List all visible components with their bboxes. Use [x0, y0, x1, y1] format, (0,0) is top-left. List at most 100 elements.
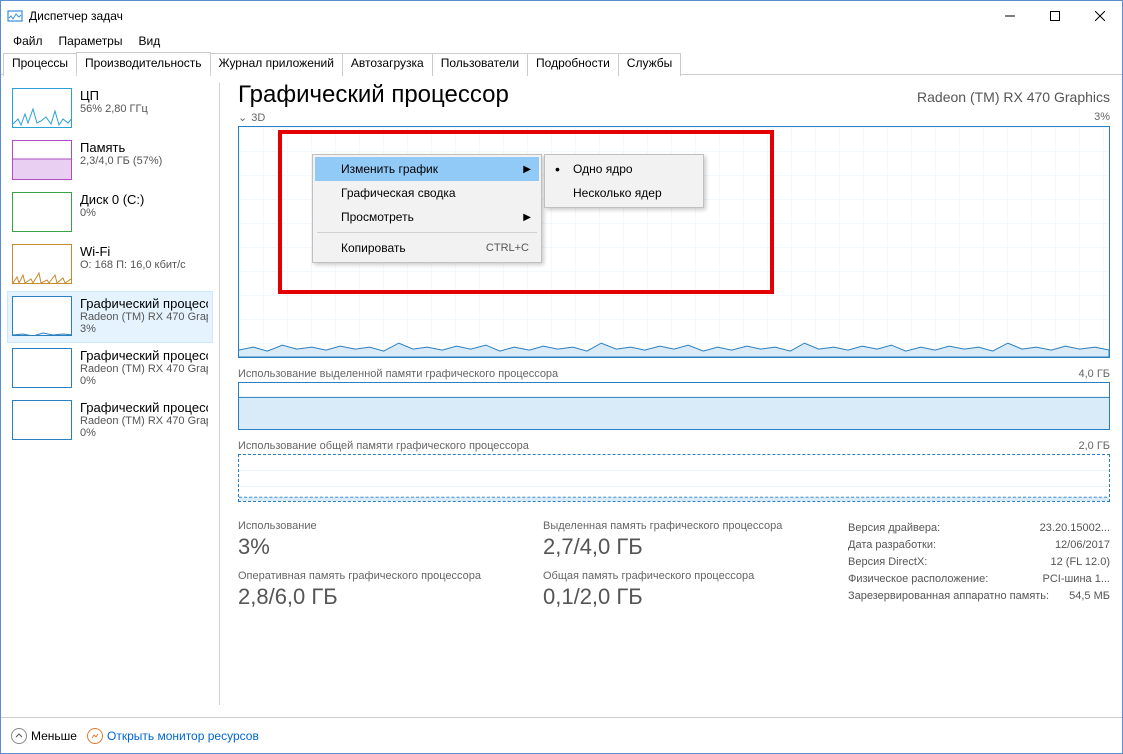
- menu-bar: Файл Параметры Вид: [1, 31, 1122, 51]
- ctx-change-graph-label: Изменить график: [341, 162, 438, 176]
- main-chart-labels: ⌄ 3D 3%: [238, 109, 1110, 126]
- tab-app-history[interactable]: Журнал приложений: [210, 53, 343, 76]
- tab-details[interactable]: Подробности: [527, 53, 619, 76]
- stats-row: Использование 3% Оперативная память граф…: [238, 520, 1110, 620]
- cpu-title: ЦП: [80, 88, 148, 103]
- ctx-view[interactable]: Просмотреть ▶: [315, 205, 539, 229]
- memory-title: Память: [80, 140, 162, 155]
- maximize-button[interactable]: [1032, 1, 1077, 31]
- title-bar: Диспетчер задач: [1, 1, 1122, 31]
- directx-label: Версия DirectX:: [848, 554, 1050, 571]
- gpu1-title: Графический процессор 1: [80, 348, 208, 363]
- memory-thumb: [12, 140, 72, 180]
- shared-mem-chart[interactable]: [238, 454, 1110, 502]
- main-chart-left-label: 3D: [251, 112, 265, 124]
- shared-mem-label: Использование общей памяти графического …: [238, 440, 529, 452]
- sidebar-item-wifi[interactable]: Wi-Fi О: 168 П: 16,0 кбит/c: [7, 239, 213, 291]
- driver-value: 23.20.15002...: [1040, 520, 1110, 537]
- disk-title: Диск 0 (C:): [80, 192, 144, 207]
- vertical-divider[interactable]: [219, 83, 220, 705]
- shared-mem-labels: Использование общей памяти графического …: [238, 438, 1110, 454]
- window-title: Диспетчер задач: [29, 9, 987, 23]
- gpu1-thumb: [12, 348, 72, 388]
- close-button[interactable]: [1077, 1, 1122, 31]
- chevron-up-icon: [11, 728, 27, 744]
- usage-value: 3%: [238, 534, 533, 560]
- gpu2-title: Графический процессор 2: [80, 400, 208, 415]
- gpu1-sub: Radeon (TM) RX 470 Graphics: [80, 363, 208, 375]
- tab-startup[interactable]: Автозагрузка: [342, 53, 433, 76]
- sidebar-item-gpu1[interactable]: Графический процессор 1 Radeon (TM) RX 4…: [7, 343, 213, 395]
- sidebar-item-cpu[interactable]: ЦП 56% 2,80 ГГц: [7, 83, 213, 135]
- wifi-thumb: [12, 244, 72, 284]
- reserved-label: Зарезервированная аппаратно память:: [848, 588, 1069, 605]
- submenu-arrow-icon: ▶: [523, 164, 531, 175]
- stats-col-1: Использование 3% Оперативная память граф…: [238, 520, 533, 620]
- tab-users[interactable]: Пользователи: [432, 53, 528, 76]
- ctx-separator: [317, 232, 537, 233]
- shared-mem-max: 2,0 ГБ: [1078, 440, 1110, 452]
- menu-params[interactable]: Параметры: [53, 32, 129, 50]
- directx-value: 12 (FL 12.0): [1050, 554, 1110, 571]
- minimize-button[interactable]: [987, 1, 1032, 31]
- content-panel: Графический процессор Radeon (TM) RX 470…: [224, 75, 1122, 713]
- gpu0-sub: Radeon (TM) RX 470 Graphics: [80, 311, 208, 323]
- tab-strip: Процессы Производительность Журнал прило…: [1, 51, 1122, 75]
- main-chart-right-label: 3%: [1094, 111, 1110, 124]
- ctx-multi-core[interactable]: Несколько ядер: [547, 181, 701, 205]
- ctx-graph-summary-label: Графическая сводка: [341, 186, 456, 200]
- ctx-copy[interactable]: Копировать CTRL+C: [315, 236, 539, 260]
- stats-col-2: Выделенная память графического процессор…: [543, 520, 838, 620]
- memory-sub: 2,3/4,0 ГБ (57%): [80, 155, 162, 167]
- date-label: Дата разработки:: [848, 537, 1055, 554]
- sidebar: ЦП 56% 2,80 ГГц Память 2,3/4,0 ГБ (57%) …: [1, 75, 215, 713]
- disk-sub: 0%: [80, 207, 144, 219]
- ctx-one-core-label: Одно ядро: [573, 162, 633, 176]
- menu-file[interactable]: Файл: [7, 32, 49, 50]
- wifi-title: Wi-Fi: [80, 244, 186, 259]
- ctx-graph-summary[interactable]: Графическая сводка: [315, 181, 539, 205]
- fewer-details-button[interactable]: Меньше: [11, 728, 77, 744]
- main-area: ЦП 56% 2,80 ГГц Память 2,3/4,0 ГБ (57%) …: [1, 75, 1122, 713]
- tab-processes[interactable]: Процессы: [3, 53, 77, 76]
- dedicated-mem-chart[interactable]: [238, 382, 1110, 430]
- opmem-label: Оперативная память графического процессо…: [238, 570, 533, 582]
- stats-col-3: Версия драйвера:23.20.15002... Дата разр…: [848, 520, 1110, 620]
- gpu0-pct: 3%: [80, 323, 208, 335]
- dedicated-mem-labels: Использование выделенной памяти графичес…: [238, 366, 1110, 382]
- gpu0-thumb: [12, 296, 72, 336]
- sidebar-item-gpu0[interactable]: Графический процессор 0 Radeon (TM) RX 4…: [7, 291, 213, 343]
- tab-services[interactable]: Службы: [618, 53, 681, 76]
- disk-thumb: [12, 192, 72, 232]
- date-value: 12/06/2017: [1055, 537, 1110, 554]
- open-resource-monitor-link[interactable]: Открыть монитор ресурсов: [87, 728, 259, 744]
- shrmem-value: 0,1/2,0 ГБ: [543, 584, 838, 610]
- sidebar-item-memory[interactable]: Память 2,3/4,0 ГБ (57%): [7, 135, 213, 187]
- ctx-one-core[interactable]: • Одно ядро: [547, 157, 701, 181]
- ctx-multi-core-label: Несколько ядер: [573, 186, 662, 200]
- ctx-change-graph[interactable]: Изменить график ▶: [315, 157, 539, 181]
- usage-label: Использование: [238, 520, 533, 532]
- context-menu: Изменить график ▶ Графическая сводка Про…: [312, 154, 542, 263]
- dedicated-mem-label: Использование выделенной памяти графичес…: [238, 368, 558, 380]
- ctx-copy-shortcut: CTRL+C: [486, 242, 529, 254]
- menu-view[interactable]: Вид: [132, 32, 166, 50]
- cpu-sub: 56% 2,80 ГГц: [80, 103, 148, 115]
- chevron-down-icon[interactable]: ⌄: [238, 111, 247, 124]
- dedmem-value: 2,7/4,0 ГБ: [543, 534, 838, 560]
- driver-label: Версия драйвера:: [848, 520, 1040, 537]
- content-header: Графический процессор Radeon (TM) RX 470…: [238, 81, 1110, 109]
- device-name: Radeon (TM) RX 470 Graphics: [917, 89, 1110, 105]
- fewer-details-label: Меньше: [31, 729, 77, 743]
- loc-value: PCI-шина 1...: [1042, 571, 1110, 588]
- gpu0-title: Графический процессор 0: [80, 296, 208, 311]
- cpu-thumb: [12, 88, 72, 128]
- dedicated-mem-max: 4,0 ГБ: [1078, 368, 1110, 380]
- gpu2-pct: 0%: [80, 427, 208, 439]
- sidebar-item-gpu2[interactable]: Графический процессор 2 Radeon (TM) RX 4…: [7, 395, 213, 447]
- reserved-value: 54,5 МБ: [1069, 588, 1110, 605]
- tab-performance[interactable]: Производительность: [76, 52, 210, 75]
- gpu2-sub: Radeon (TM) RX 470 Graphics: [80, 415, 208, 427]
- submenu-arrow-icon: ▶: [523, 212, 531, 223]
- sidebar-item-disk[interactable]: Диск 0 (C:) 0%: [7, 187, 213, 239]
